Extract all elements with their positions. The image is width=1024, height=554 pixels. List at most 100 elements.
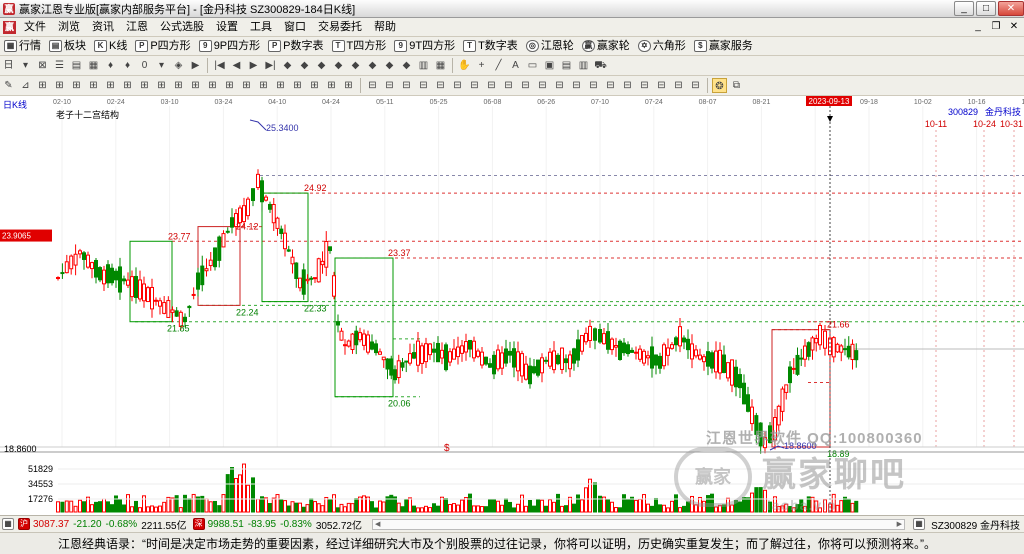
next-bar-icon[interactable]: ▶ [246, 58, 261, 73]
cycle-4-icon[interactable]: ⊟ [416, 78, 431, 93]
mdi-close-button[interactable]: ✕ [1006, 20, 1022, 34]
menu-formula[interactable]: 公式选股 [154, 18, 210, 36]
menu-help[interactable]: 帮助 [368, 18, 402, 36]
gann-box-18-icon[interactable]: ⊞ [324, 78, 339, 93]
gann-box-2-icon[interactable]: ⊞ [52, 78, 67, 93]
nav-winner-wheel[interactable]: 赢赢家轮 [578, 37, 634, 55]
cycle-11-icon[interactable]: ⊟ [535, 78, 550, 93]
diamond-icon[interactable]: ♦ [103, 58, 118, 73]
car-icon[interactable]: ⛟ [593, 58, 608, 73]
zero-button[interactable]: 0 [137, 58, 152, 73]
cycle-16-icon[interactable]: ⊟ [620, 78, 635, 93]
text-icon[interactable]: A [508, 58, 523, 73]
close-button[interactable]: ✕ [998, 1, 1024, 16]
cycle-10-icon[interactable]: ⊟ [518, 78, 533, 93]
cycle-20-icon[interactable]: ⊟ [688, 78, 703, 93]
period-select-button[interactable]: 日 [1, 58, 16, 73]
gann-box-14-icon[interactable]: ⊞ [256, 78, 271, 93]
cycle-6-icon[interactable]: ⊟ [450, 78, 465, 93]
minimize-button[interactable]: _ [954, 1, 974, 16]
gann-angle-2-icon[interactable]: ◆ [297, 58, 312, 73]
gann-box-7-icon[interactable]: ⊞ [137, 78, 152, 93]
print-icon[interactable]: ▤ [559, 58, 574, 73]
gann-box-3-icon[interactable]: ⊞ [69, 78, 84, 93]
gann-angle-6-icon[interactable]: ◆ [365, 58, 380, 73]
kline-chart[interactable]: 02-10 02-24 03-10 03-24 04-10 04-24 05-11 05-25… [0, 96, 1024, 515]
cycle-3-icon[interactable]: ⊟ [399, 78, 414, 93]
chart-scrollbar[interactable]: ◀ ▶ [371, 518, 906, 530]
cycle-15-icon[interactable]: ⊟ [603, 78, 618, 93]
cycle-12-icon[interactable]: ⊟ [552, 78, 567, 93]
expand-icon[interactable]: ▦ [2, 518, 14, 530]
nav-sectors[interactable]: ▤ 板块 [45, 37, 90, 55]
menu-tools[interactable]: 工具 [244, 18, 278, 36]
scroll-right-icon[interactable]: ▶ [897, 520, 902, 528]
gann-box-12-icon[interactable]: ⊞ [222, 78, 237, 93]
line-icon[interactable]: ╱ [491, 58, 506, 73]
zero-dropdown-icon[interactable]: ▾ [154, 58, 169, 73]
cycle-14-icon[interactable]: ⊟ [586, 78, 601, 93]
prev-bar-icon[interactable]: ◀ [229, 58, 244, 73]
menu-news[interactable]: 资讯 [86, 18, 120, 36]
mdi-minimize-button[interactable]: _ [970, 20, 986, 34]
hand-icon[interactable]: ✋ [457, 58, 472, 73]
ruler-icon[interactable]: ⊿ [18, 78, 33, 93]
panel-icon[interactable]: ▤ [69, 58, 84, 73]
rect-icon[interactable]: ▭ [525, 58, 540, 73]
scroll-left-icon[interactable]: ◀ [375, 520, 380, 528]
nav-quotes[interactable]: ▦ 行情 [0, 37, 45, 55]
sz-index-ticker[interactable]: 9988.51 -83.95 -0.83% 3052.72亿 [207, 517, 366, 532]
grid-view-icon[interactable]: ▦ [86, 58, 101, 73]
nav-9t-square[interactable]: 9 9T四方形 [390, 37, 459, 55]
cycle-8-icon[interactable]: ⊟ [484, 78, 499, 93]
first-bar-icon[interactable]: |◀ [212, 58, 227, 73]
nav-t-square[interactable]: T T四方形 [328, 37, 391, 55]
save-icon[interactable]: ▣ [542, 58, 557, 73]
gann-box-19-icon[interactable]: ⊞ [341, 78, 356, 93]
gann-box-1-icon[interactable]: ⊞ [35, 78, 50, 93]
play-icon[interactable]: ▶ [188, 58, 203, 73]
gann-box-9-icon[interactable]: ⊞ [171, 78, 186, 93]
gann-box-8-icon[interactable]: ⊞ [154, 78, 169, 93]
menu-trade[interactable]: 交易委托 [312, 18, 368, 36]
gann-box-4-icon[interactable]: ⊞ [86, 78, 101, 93]
gann-box-11-icon[interactable]: ⊞ [205, 78, 220, 93]
current-stock[interactable]: SZ300829 金丹科技 [927, 517, 1024, 532]
marker-icon[interactable]: ◈ [171, 58, 186, 73]
copy-icon[interactable]: ⧉ [729, 78, 744, 93]
layout-icon[interactable]: ⊠ [35, 58, 50, 73]
fire-icon[interactable]: ❂ [712, 78, 727, 93]
gann-box-17-icon[interactable]: ⊞ [307, 78, 322, 93]
nav-t-table[interactable]: T T数字表 [459, 37, 522, 55]
gann-box-15-icon[interactable]: ⊞ [273, 78, 288, 93]
gann-angle-7-icon[interactable]: ◆ [382, 58, 397, 73]
list-icon[interactable]: ☰ [52, 58, 67, 73]
mdi-restore-button[interactable]: ❐ [988, 20, 1004, 34]
nav-p-table[interactable]: P P数字表 [264, 37, 327, 55]
gann-box-13-icon[interactable]: ⊞ [239, 78, 254, 93]
nav-kline[interactable]: K K线 [90, 37, 131, 55]
crosshair-icon[interactable]: + [474, 58, 489, 73]
cycle-9-icon[interactable]: ⊟ [501, 78, 516, 93]
cycle-18-icon[interactable]: ⊟ [654, 78, 669, 93]
nav-9p-square[interactable]: 9 9P四方形 [195, 37, 264, 55]
menu-settings[interactable]: 设置 [210, 18, 244, 36]
cycle-7-icon[interactable]: ⊟ [467, 78, 482, 93]
nav-service[interactable]: $ 赢家服务 [690, 37, 757, 55]
cycle-19-icon[interactable]: ⊟ [671, 78, 686, 93]
gann-fan-icon[interactable]: ▥ [416, 58, 431, 73]
nav-gann-wheel[interactable]: ◎ 江恩轮 [522, 37, 578, 55]
cycle-2-icon[interactable]: ⊟ [382, 78, 397, 93]
menu-gann[interactable]: 江恩 [120, 18, 154, 36]
export-icon[interactable]: ▥ [576, 58, 591, 73]
gann-box-5-icon[interactable]: ⊞ [103, 78, 118, 93]
menu-file[interactable]: 文件 [18, 18, 52, 36]
chart-canvas[interactable]: 02-10 02-24 03-10 03-24 04-10 04-24 05-11 05-25… [0, 96, 1024, 515]
gann-grid-icon[interactable]: ▦ [433, 58, 448, 73]
gann-angle-3-icon[interactable]: ◆ [314, 58, 329, 73]
cycle-1-icon[interactable]: ⊟ [365, 78, 380, 93]
maximize-button[interactable]: □ [976, 1, 996, 16]
cycle-17-icon[interactable]: ⊟ [637, 78, 652, 93]
nav-hexagon[interactable]: ✡ 六角形 [634, 37, 690, 55]
last-bar-icon[interactable]: ▶| [263, 58, 278, 73]
